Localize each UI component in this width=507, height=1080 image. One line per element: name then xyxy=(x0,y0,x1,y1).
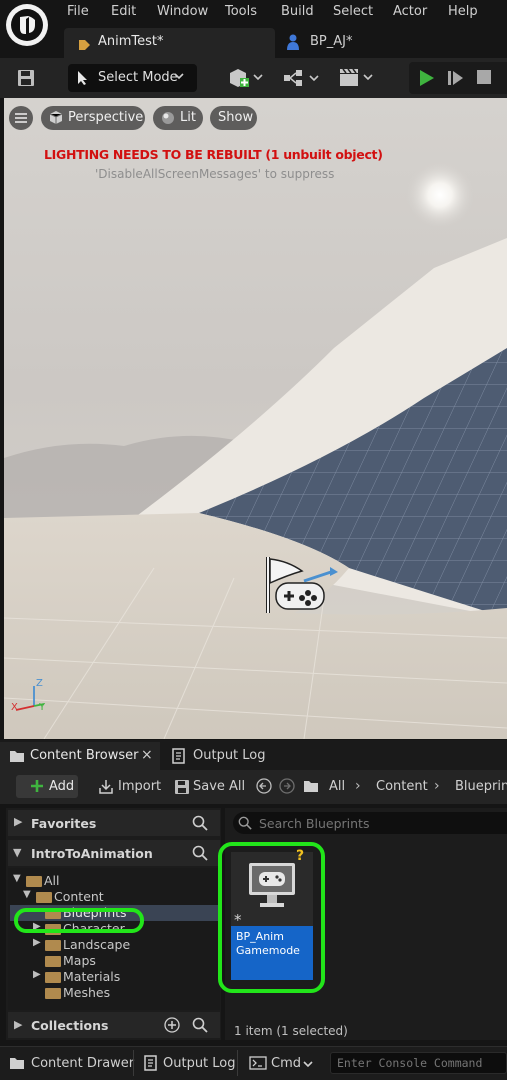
perspective-label: Perspective xyxy=(68,110,144,125)
show-label: Show xyxy=(218,110,254,125)
tree-item-content[interactable]: Content xyxy=(54,889,104,904)
search-icon[interactable] xyxy=(192,845,208,861)
save-icon[interactable] xyxy=(16,68,36,88)
tree-item-materials[interactable]: Materials xyxy=(63,969,120,984)
suppress-message: 'DisableAllScreenMessages' to suppress xyxy=(95,167,335,181)
level-icon xyxy=(78,38,91,51)
folder-icon xyxy=(36,892,52,903)
chevron-down-icon xyxy=(174,72,184,80)
import-button[interactable]: Import xyxy=(118,779,161,794)
content-drawer-icon xyxy=(9,1056,25,1070)
plus-icon xyxy=(30,779,44,793)
folder-icon xyxy=(303,779,319,793)
tab-bp-aj-label: BP_AJ* xyxy=(310,34,353,49)
menu-build[interactable]: Build xyxy=(281,4,314,22)
menu-window[interactable]: Window xyxy=(157,4,208,22)
chevron-right-icon: ▶ xyxy=(14,815,23,828)
perspective-cube-icon xyxy=(49,110,63,125)
output-log-icon xyxy=(143,1055,159,1071)
tree-item-landscape[interactable]: Landscape xyxy=(63,937,130,952)
menu-help[interactable]: Help xyxy=(448,4,478,22)
search-icon[interactable] xyxy=(192,815,208,831)
output-log-icon xyxy=(171,748,187,764)
folder-icon xyxy=(45,988,61,999)
save-all-button[interactable]: Save All xyxy=(193,779,245,794)
axis-x-label: X xyxy=(11,702,18,713)
advance-frame-icon[interactable] xyxy=(446,68,466,88)
tree-item-all[interactable]: All xyxy=(44,873,60,888)
chevron-right-icon: ▶ xyxy=(14,1018,23,1031)
divider xyxy=(133,1050,134,1076)
search-icon[interactable] xyxy=(192,1017,208,1033)
chevron-down-icon: ▼ xyxy=(23,889,31,900)
breadcrumb-blueprints[interactable]: Blueprints xyxy=(455,779,507,794)
play-icon[interactable] xyxy=(418,68,436,88)
breadcrumb-chevron-icon: › xyxy=(355,778,361,794)
forward-arrow-icon[interactable] xyxy=(279,778,295,794)
axis-y-label: Y xyxy=(39,702,46,713)
lighting-warning: LIGHTING NEEDS TO BE REBUILT (1 unbuilt … xyxy=(44,147,383,162)
chevron-down-icon: ▼ xyxy=(13,846,22,859)
hamburger-menu-icon xyxy=(14,112,28,124)
game-mode-flag-icon[interactable] xyxy=(262,553,344,619)
person-icon xyxy=(286,34,300,50)
chevron-down-icon: ▼ xyxy=(13,873,21,884)
favorites-label: Favorites xyxy=(31,816,97,831)
folder-icon xyxy=(45,972,61,983)
highlight-blueprints-folder xyxy=(14,908,144,933)
save-all-icon xyxy=(174,779,190,795)
close-icon[interactable]: × xyxy=(141,747,153,763)
add-actor-cube-icon[interactable] xyxy=(228,67,264,89)
lit-sphere-icon xyxy=(161,111,175,125)
folder-icon xyxy=(45,956,61,967)
console-command-input[interactable] xyxy=(330,1052,507,1074)
menu-tools[interactable]: Tools xyxy=(225,4,257,22)
chevron-right-icon: ▶ xyxy=(33,969,41,980)
chevron-down-icon xyxy=(303,1060,313,1068)
stop-icon[interactable] xyxy=(476,69,492,85)
folder-icon xyxy=(45,940,61,951)
content-browser-icon xyxy=(9,749,25,763)
breadcrumb-all[interactable]: All xyxy=(329,779,345,794)
tree-item-maps[interactable]: Maps xyxy=(63,953,96,968)
terminal-icon xyxy=(249,1056,267,1070)
highlight-asset-tile xyxy=(218,842,325,993)
folder-icon xyxy=(26,876,42,887)
lit-label: Lit xyxy=(180,110,196,125)
divider xyxy=(237,1050,238,1076)
collections-label: Collections xyxy=(31,1018,109,1033)
blueprint-nodes-icon[interactable] xyxy=(282,68,320,88)
import-icon xyxy=(98,779,114,795)
tree-item-meshes[interactable]: Meshes xyxy=(63,985,110,1000)
project-label: IntroToAnimation xyxy=(31,846,153,861)
menu-select[interactable]: Select xyxy=(333,4,373,22)
menu-file[interactable]: File xyxy=(67,4,89,22)
breadcrumb-chevron-icon: › xyxy=(434,778,440,794)
add-collection-icon[interactable] xyxy=(164,1017,180,1033)
cursor-arrow-icon xyxy=(76,70,90,86)
item-count-status: 1 item (1 selected) xyxy=(234,1024,348,1038)
output-log-button[interactable]: Output Log xyxy=(163,1056,236,1071)
menu-actor[interactable]: Actor xyxy=(393,4,427,22)
viewport-scene xyxy=(4,98,507,739)
content-browser-tab-label: Content Browser xyxy=(30,748,139,763)
menu-edit[interactable]: Edit xyxy=(111,4,136,22)
axis-z-label: Z xyxy=(36,678,43,689)
search-blueprints-input[interactable] xyxy=(233,812,507,834)
select-mode-label: Select Mode xyxy=(98,70,178,85)
unreal-logo-icon[interactable] xyxy=(6,4,48,46)
tab-animtest[interactable] xyxy=(64,28,275,58)
chevron-right-icon: ▶ xyxy=(33,937,41,948)
cmd-dropdown[interactable]: Cmd xyxy=(271,1056,301,1071)
content-drawer-button[interactable]: Content Drawer xyxy=(31,1056,134,1071)
back-arrow-icon[interactable] xyxy=(256,778,272,794)
search-icon xyxy=(238,816,252,830)
add-label: Add xyxy=(49,779,75,794)
output-log-tab-label[interactable]: Output Log xyxy=(193,748,266,763)
level-viewport[interactable] xyxy=(4,98,507,739)
cinematics-clapper-icon[interactable] xyxy=(338,67,376,87)
tab-animtest-label: AnimTest* xyxy=(98,34,164,49)
breadcrumb-content[interactable]: Content xyxy=(376,779,428,794)
